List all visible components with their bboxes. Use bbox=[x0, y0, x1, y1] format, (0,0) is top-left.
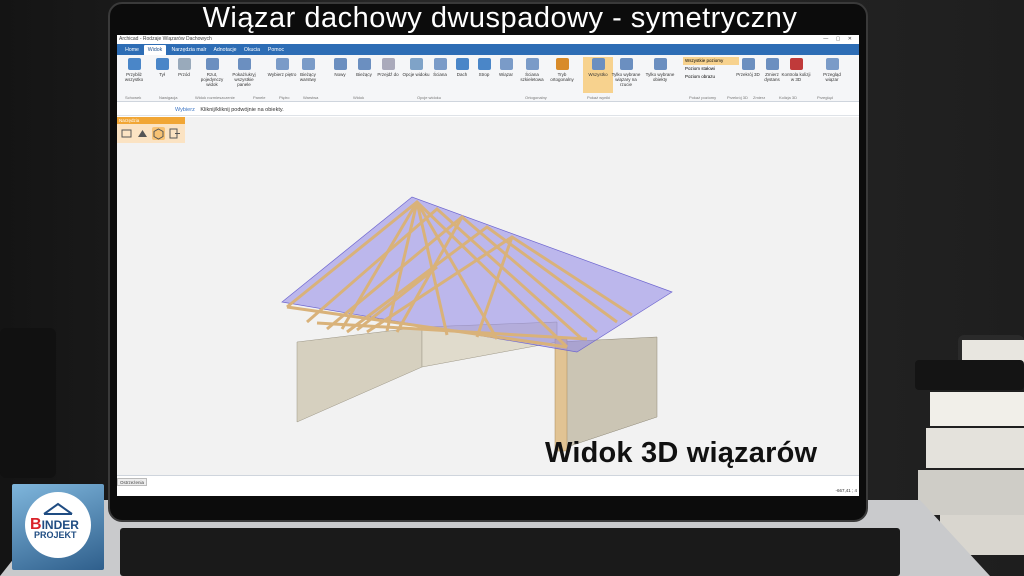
video-headline: Wiązar dachowy dwuspadowy - symetryczny bbox=[202, 2, 798, 34]
logo-text-projekt: PROJEKT bbox=[34, 530, 77, 540]
window-titlebar: Archicad - Rodzaje Wiązarów Dachowych — … bbox=[117, 35, 859, 44]
review-icon bbox=[825, 58, 839, 70]
ribbon-group-label: Piętro bbox=[279, 95, 290, 100]
frame-wall-icon bbox=[525, 58, 539, 70]
tab-home[interactable]: Home bbox=[121, 45, 143, 55]
ribbon-group-label: Przegląd bbox=[817, 95, 833, 100]
ribbon-button-label: Kontrola kolizji w 3D bbox=[781, 72, 811, 82]
ribbon-button-layers[interactable]: Bieżący warstwy bbox=[293, 57, 323, 93]
ribbon-button-frame-wall[interactable]: Ściana szkieletowa bbox=[517, 57, 547, 93]
ribbon-group-label: Schowek bbox=[125, 95, 142, 100]
ribbon-button-panels[interactable]: Pokaż/ukryj wszystkie panele bbox=[229, 57, 259, 93]
ribbon-button-ortho[interactable]: Tryb ortogonalny bbox=[547, 57, 577, 93]
eye-objects-icon bbox=[653, 58, 667, 70]
zoom-all-icon bbox=[127, 58, 141, 70]
slab-icon bbox=[477, 58, 491, 70]
ribbon-group-label: Panele bbox=[253, 95, 266, 100]
ribbon-button-forward-arrow[interactable]: Przód bbox=[169, 57, 199, 93]
ribbon-group-label: Przekrój 3D bbox=[727, 95, 748, 100]
tab-adnotacje[interactable]: Adnotacje bbox=[211, 45, 239, 55]
command-keyword[interactable]: Wybierz bbox=[175, 107, 195, 113]
ribbon-toolbar: Wszystkie poziomy Poziom stałowi Poziom … bbox=[117, 55, 859, 102]
ribbon-button-label: Pokaż/ukryj wszystkie panele bbox=[232, 72, 256, 87]
panels-icon bbox=[237, 58, 251, 70]
video-caption: Widok 3D wiązarów bbox=[545, 437, 818, 469]
current-icon bbox=[357, 58, 371, 70]
eye-selected-icon bbox=[619, 58, 633, 70]
ribbon-button-eye-objects[interactable]: Tylko wybrane obiekty bbox=[645, 57, 675, 93]
ribbon-group-label: Widok rozmieszczenie bbox=[195, 95, 235, 100]
ribbon-button-eye-selected[interactable]: Tylko wybrane wiązary na rzucie bbox=[611, 57, 641, 93]
ribbon-group-label: Zmierz bbox=[753, 95, 766, 100]
ribbon-button-label: Bieżący warstwy bbox=[299, 72, 317, 82]
ribbon-group-label: Nawigacja bbox=[159, 95, 178, 100]
ribbon-button-label: Ściana szkieletowa bbox=[520, 72, 544, 82]
right-wall-icon bbox=[556, 336, 658, 448]
layers-icon bbox=[301, 58, 315, 70]
binder-projekt-logo: BINDER PROJEKT bbox=[12, 484, 104, 570]
ribbon-group-label: Warstwa bbox=[303, 95, 319, 100]
status-tab-warnings[interactable]: Ostrzeżenia bbox=[117, 478, 148, 486]
ribbon-group-label: Ortogonalny bbox=[525, 95, 547, 100]
ribbon-button-goto[interactable]: Przejdź do bbox=[373, 57, 403, 93]
ribbon-button-collision[interactable]: Kontrola kolizji w 3D bbox=[781, 57, 811, 93]
ribbon-group-label: Kolizja 3D bbox=[779, 95, 798, 100]
ribbon-button-label: Przód bbox=[178, 72, 190, 77]
level-option-all[interactable]: Wszystkie poziomy bbox=[683, 57, 739, 65]
corner-post-icon bbox=[554, 338, 568, 452]
ribbon-button-label: Tryb ortogonalny bbox=[550, 72, 574, 82]
ribbon-group-label: Opcje widoku bbox=[417, 95, 442, 100]
level-option-static[interactable]: Poziom stałowi bbox=[683, 65, 739, 73]
truss-3d-model bbox=[281, 196, 673, 452]
ribbon-tabbar: Home Widok Narzędzia malr Adnotacje Okuc… bbox=[117, 44, 859, 55]
new-icon bbox=[333, 58, 347, 70]
ribbon-button-label: Tylko wybrane wiązary na rzucie bbox=[611, 72, 641, 87]
left-wall-icon bbox=[296, 326, 423, 423]
collision-icon bbox=[789, 58, 803, 70]
ribbon-group-label: Pokaż poziomy bbox=[689, 95, 717, 100]
eye-all-icon bbox=[591, 58, 605, 70]
window-title: Archicad - Rodzaje Wiązarów Dachowych bbox=[119, 36, 212, 42]
roof-plane-icon bbox=[281, 196, 673, 353]
ribbon-button-review[interactable]: Przegląd wiązar bbox=[817, 57, 847, 93]
truss-icon bbox=[499, 58, 513, 70]
ribbon-button-label: Rzut, pojedynczy widok bbox=[200, 72, 224, 87]
ribbon-button-label: Przegląd wiązar bbox=[823, 72, 841, 82]
level-options: Wszystkie poziomy Poziom stałowi Poziom … bbox=[683, 57, 739, 87]
app-screen: Archicad - Rodzaje Wiązarów Dachowych — … bbox=[117, 35, 859, 496]
tab-narzedzia[interactable]: Narzędzia malr bbox=[169, 45, 209, 55]
ribbon-button-zoom-all[interactable]: Przybliż wszystko bbox=[119, 57, 149, 93]
roof-icon bbox=[455, 58, 469, 70]
ribbon-group-label: Pokaż wyniki bbox=[587, 95, 611, 100]
ortho-icon bbox=[555, 58, 569, 70]
cursor-coordinates: -667,41 ; 4 bbox=[835, 488, 857, 493]
3d-viewport[interactable]: Narzędzia bbox=[117, 117, 859, 475]
ribbon-group-label: Widok bbox=[353, 95, 365, 100]
tab-pomoc[interactable]: Pomoc bbox=[265, 45, 287, 55]
tab-widok[interactable]: Widok bbox=[144, 45, 166, 55]
goto-icon bbox=[381, 58, 395, 70]
ribbon-button-label: Tylko wybrane obiekty bbox=[645, 72, 675, 82]
window-controls[interactable]: — ▢ ✕ bbox=[823, 35, 855, 44]
back-arrow-icon bbox=[155, 58, 169, 70]
ribbon-button-label: Wszystko bbox=[588, 72, 608, 77]
keyboard-keys bbox=[120, 528, 900, 576]
status-bar: Ostrzeżenia -667,41 ; 4 bbox=[117, 475, 859, 496]
wall-icon bbox=[433, 58, 447, 70]
command-line: Wybierz Kliknij/kliknij podwójnie na obi… bbox=[117, 105, 859, 116]
forward-arrow-icon bbox=[177, 58, 191, 70]
measure-icon bbox=[765, 58, 779, 70]
eye-icon bbox=[409, 58, 423, 70]
mug-shape bbox=[0, 328, 56, 478]
ribbon-button-eye-all[interactable]: Wszystko bbox=[583, 57, 613, 93]
command-prompt: Kliknij/kliknij podwójnie na obiekty. bbox=[200, 107, 284, 113]
tab-okucia[interactable]: Okucia bbox=[241, 45, 263, 55]
ribbon-button-label: Przybliż wszystko bbox=[124, 72, 144, 82]
section-3d-icon bbox=[741, 58, 755, 70]
level-option-image[interactable]: Poziom obrazu bbox=[683, 73, 739, 81]
ribbon-button-label: Przejdź do bbox=[377, 72, 399, 77]
floor-icon bbox=[275, 58, 289, 70]
ribbon-button-single-view[interactable]: Rzut, pojedynczy widok bbox=[197, 57, 227, 93]
single-view-icon bbox=[205, 58, 219, 70]
